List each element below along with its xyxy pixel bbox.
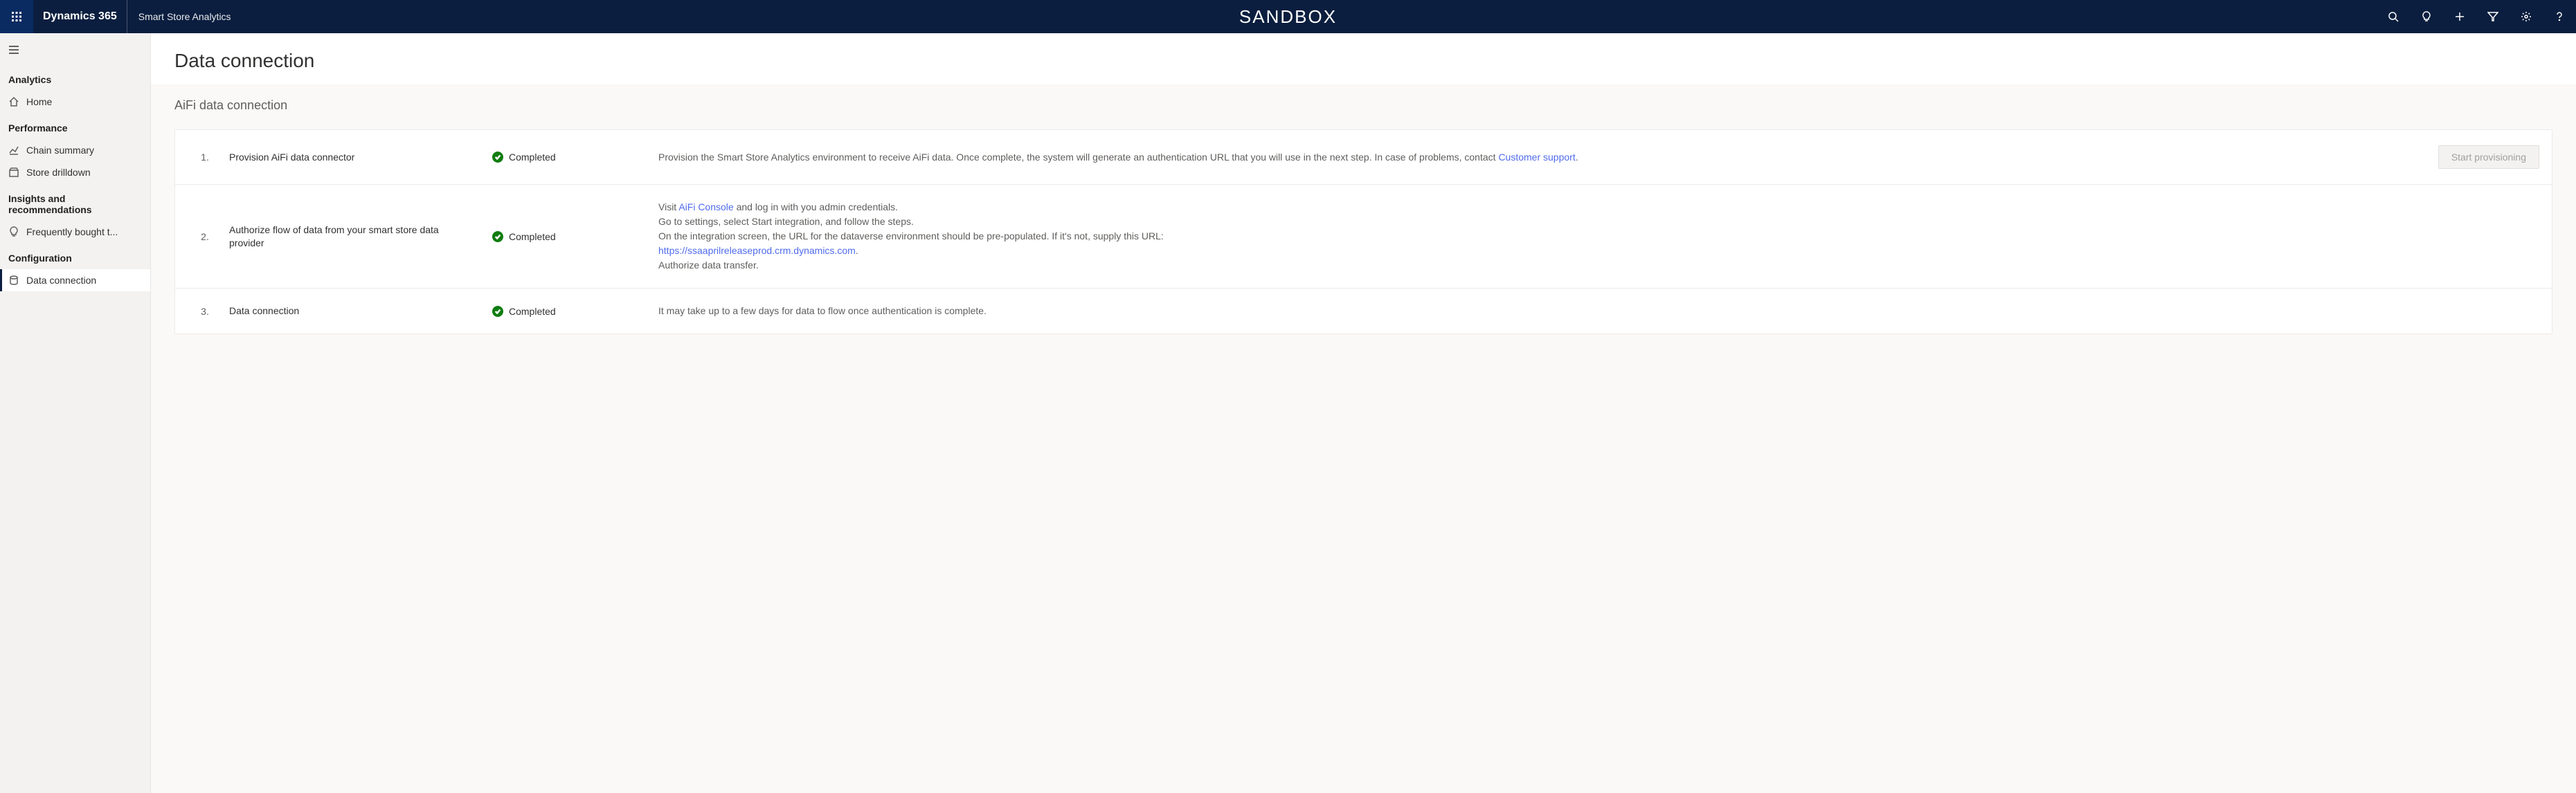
step-number: 3. [188, 306, 222, 317]
dataverse-url-link[interactable]: https://ssaaprilreleaseprod.crm.dynamics… [658, 245, 856, 256]
store-icon [8, 167, 19, 178]
step-description: Provision the Smart Store Analytics envi… [658, 150, 2394, 165]
add-button[interactable] [2443, 0, 2476, 33]
check-icon [492, 231, 503, 242]
sidebar: Analytics Home Performance Chain summary… [0, 33, 151, 793]
step-status: Completed [492, 306, 651, 317]
page-title: Data connection [174, 50, 2552, 72]
step-title: Data connection [229, 304, 485, 317]
main-content: Data connection AiFi data connection 1. … [151, 33, 2576, 793]
check-icon [492, 152, 503, 163]
step-status: Completed [492, 231, 651, 242]
chart-icon [8, 145, 19, 156]
help-icon [2554, 11, 2565, 22]
filter-button[interactable] [2476, 0, 2510, 33]
step-status: Completed [492, 152, 651, 163]
hamburger-button[interactable] [0, 37, 150, 64]
section-title: AiFi data connection [174, 98, 2552, 113]
app-name-label[interactable]: Smart Store Analytics [127, 0, 242, 33]
step-description: It may take up to a few days for data to… [658, 304, 2394, 318]
help-button[interactable] [2543, 0, 2576, 33]
filter-icon [2487, 11, 2498, 22]
lightbulb-icon [2421, 11, 2432, 22]
sidebar-item-chain-summary[interactable]: Chain summary [0, 139, 150, 161]
step-number: 1. [188, 152, 222, 163]
plus-icon [2454, 11, 2465, 22]
lightbulb-icon [8, 226, 19, 237]
sidebar-item-label: Chain summary [26, 145, 94, 156]
step-row: 2. Authorize flow of data from your smar… [175, 185, 2552, 289]
aifi-console-link[interactable]: AiFi Console [678, 201, 733, 212]
sidebar-item-home[interactable]: Home [0, 91, 150, 113]
sidebar-item-label: Home [26, 96, 52, 107]
settings-button[interactable] [2510, 0, 2543, 33]
app-launcher-button[interactable] [0, 0, 33, 33]
step-title: Authorize flow of data from your smart s… [229, 224, 485, 248]
idea-button[interactable] [2410, 0, 2443, 33]
top-navbar: Dynamics 365 Smart Store Analytics SANDB… [0, 0, 2576, 33]
waffle-icon [11, 11, 22, 22]
sidebar-item-label: Data connection [26, 275, 96, 286]
brand-label[interactable]: Dynamics 365 [33, 0, 127, 33]
status-label: Completed [509, 231, 556, 242]
status-label: Completed [509, 152, 556, 163]
step-row: 3. Data connection Completed It may take… [175, 289, 2552, 334]
sidebar-item-label: Store drilldown [26, 167, 91, 178]
sidebar-item-label: Frequently bought t... [26, 226, 118, 237]
hamburger-icon [8, 44, 19, 55]
sidebar-item-store-drilldown[interactable]: Store drilldown [0, 161, 150, 183]
environment-label: SANDBOX [1239, 6, 1337, 28]
step-title: Provision AiFi data connector [229, 151, 485, 163]
sidebar-item-frequently-bought[interactable]: Frequently bought t... [0, 221, 150, 243]
data-icon [8, 275, 19, 286]
step-row: 1. Provision AiFi data connector Complet… [175, 130, 2552, 185]
check-icon [492, 306, 503, 317]
nav-section-insights: Insights and recommendations [0, 183, 150, 221]
sidebar-item-data-connection[interactable]: Data connection [0, 269, 150, 291]
nav-section-analytics: Analytics [0, 64, 150, 91]
search-icon [2388, 11, 2399, 22]
status-label: Completed [509, 306, 556, 317]
home-icon [8, 96, 19, 107]
step-description: Visit AiFi Console and log in with you a… [658, 200, 2394, 273]
steps-card: 1. Provision AiFi data connector Complet… [174, 129, 2552, 334]
customer-support-link[interactable]: Customer support [1498, 152, 1575, 163]
start-provisioning-button: Start provisioning [2438, 145, 2539, 169]
nav-section-configuration: Configuration [0, 243, 150, 269]
nav-section-performance: Performance [0, 113, 150, 139]
search-button[interactable] [2377, 0, 2410, 33]
gear-icon [2521, 11, 2532, 22]
step-number: 2. [188, 231, 222, 242]
